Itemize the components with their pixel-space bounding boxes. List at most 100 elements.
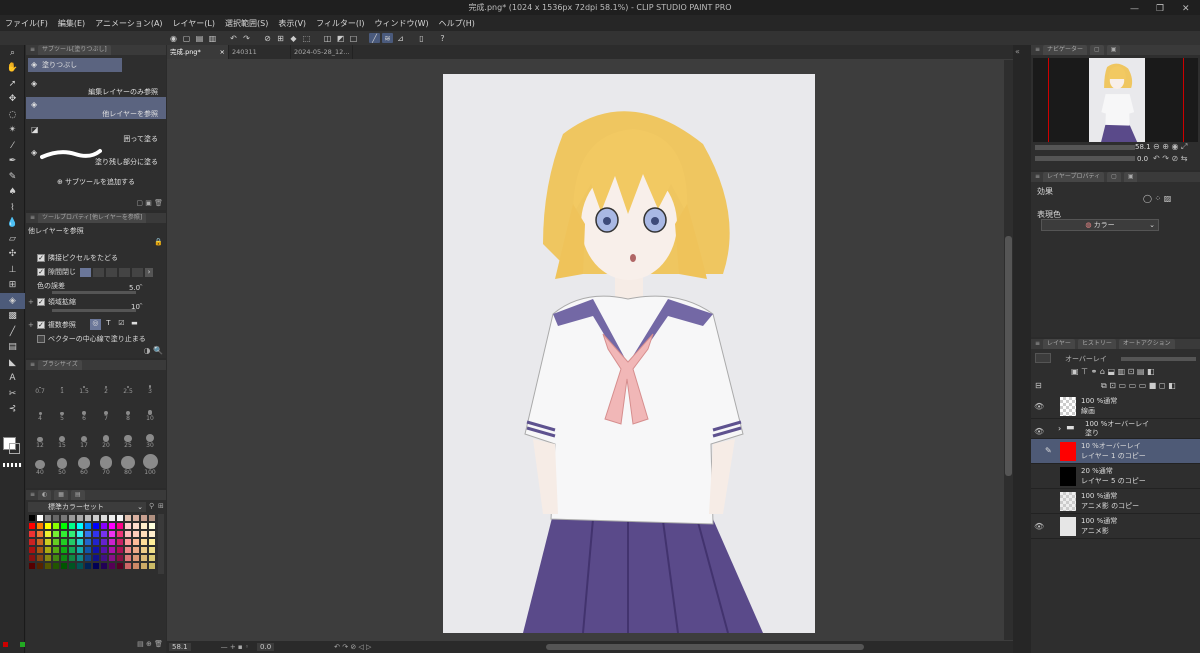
magic-wand-tool-icon[interactable]: ✴ xyxy=(0,123,25,139)
brush-size-option[interactable]: 2.5 xyxy=(118,374,138,400)
gap-level-1[interactable] xyxy=(80,267,91,277)
color-swatch[interactable] xyxy=(140,538,148,546)
transparent-color-icon[interactable] xyxy=(3,463,22,467)
color-swatch[interactable] xyxy=(92,538,100,546)
color-swatch[interactable] xyxy=(76,522,84,530)
color-swatch[interactable] xyxy=(60,562,68,570)
color-swatch[interactable] xyxy=(148,514,156,522)
navigator-preview[interactable] xyxy=(1033,58,1198,142)
color-swatch[interactable] xyxy=(140,522,148,530)
color-swatch[interactable] xyxy=(36,530,44,538)
fill-icon[interactable]: ◆ xyxy=(288,33,299,43)
color-swatch[interactable] xyxy=(140,562,148,570)
color-swatch[interactable] xyxy=(140,546,148,554)
layer-toolbar-icons-2[interactable]: ⊟ xyxy=(1035,381,1042,390)
toolprop-footer-icons[interactable]: ◑ 🔍 xyxy=(144,346,163,355)
color-swatch[interactable] xyxy=(92,530,100,538)
zoom-tool-icon[interactable]: ⌕ xyxy=(0,45,25,61)
color-swatch[interactable] xyxy=(28,522,36,530)
effect-icons[interactable]: ◯ ⁘ ▨ xyxy=(1143,194,1171,203)
tab-document-1[interactable]: 完成.png* × xyxy=(167,45,229,59)
zoom-buttons[interactable]: — + ▪ ◦ xyxy=(221,643,249,651)
option-area-scaling[interactable]: + ✓ 領域拡縮 xyxy=(26,297,166,307)
color-swatch[interactable] xyxy=(60,514,68,522)
gap-level-5[interactable] xyxy=(132,267,143,277)
color-swatch[interactable] xyxy=(124,562,132,570)
layer-row-anime-shadow[interactable]: 👁 100 %通常 アニメ影 xyxy=(1031,514,1200,539)
scaling-slider[interactable] xyxy=(52,309,136,312)
color-swatch[interactable] xyxy=(84,538,92,546)
layer-row-layer1-copy[interactable]: ✎ 10 %オーバーレイ レイヤー 1 のコピー xyxy=(1031,439,1200,464)
ref-layer-icon[interactable]: T xyxy=(103,319,114,330)
color-swatch[interactable] xyxy=(60,530,68,538)
brush-size-option[interactable]: 2 xyxy=(96,374,116,400)
brush-size-option[interactable]: 40 xyxy=(30,455,50,481)
color-swatch[interactable] xyxy=(52,530,60,538)
save-icon[interactable]: ▥ xyxy=(207,33,218,43)
color-swatch[interactable] xyxy=(52,546,60,554)
show-selection-icon[interactable]: □ xyxy=(348,33,359,43)
brush-size-option[interactable]: 80 xyxy=(118,455,138,481)
color-swatch[interactable] xyxy=(148,538,156,546)
gradient-tool-icon[interactable]: ▩ xyxy=(0,309,25,325)
brush-size-option[interactable]: 8 xyxy=(118,401,138,427)
color-swatch[interactable] xyxy=(84,522,92,530)
tab-document-2[interactable]: 240311 xyxy=(229,45,291,59)
menu-view[interactable]: 表示(V) xyxy=(273,18,311,29)
redo-icon[interactable]: ↷ xyxy=(241,33,252,43)
blend-mode-select[interactable]: オーバーレイ xyxy=(1065,354,1107,364)
color-swatch[interactable] xyxy=(108,546,116,554)
color-swatch[interactable] xyxy=(140,530,148,538)
color-swatch[interactable] xyxy=(76,538,84,546)
subtool-tab[interactable]: サブツール[塗りつぶし] xyxy=(38,45,111,55)
panel-menu-icon[interactable]: ≡ xyxy=(30,490,35,500)
info-tab-icon[interactable]: ▣ xyxy=(1106,45,1121,55)
checkbox-follow-adjacent[interactable]: ✓ xyxy=(37,254,45,262)
color-swatch[interactable] xyxy=(44,530,52,538)
color-swatch[interactable] xyxy=(60,522,68,530)
tab-history[interactable]: ヒストリー xyxy=(1077,339,1116,349)
color-swatch[interactable] xyxy=(60,538,68,546)
eraser-tool-icon[interactable]: ▱ xyxy=(0,231,25,247)
panel-menu-icon[interactable]: ≡ xyxy=(1035,45,1040,55)
tolerance-slider[interactable] xyxy=(52,291,136,294)
color-swatch[interactable] xyxy=(100,522,108,530)
color-swatch[interactable] xyxy=(52,538,60,546)
brushsize-tab[interactable]: ブラシサイズ xyxy=(38,360,82,370)
rotate-buttons[interactable]: ↶ ↷ ⊘ ◁ ▷ xyxy=(334,643,371,651)
color-swatch[interactable] xyxy=(28,554,36,562)
material-tab-icon[interactable]: ▣ xyxy=(1123,172,1138,182)
colorset-scrollbar[interactable] xyxy=(158,514,164,574)
undo-icon[interactable]: ↶ xyxy=(228,33,239,43)
brush-size-option[interactable]: 15 xyxy=(52,428,72,454)
color-swatch[interactable] xyxy=(100,530,108,538)
color-swatch[interactable] xyxy=(132,554,140,562)
color-swatch[interactable] xyxy=(116,530,124,538)
color-swatch[interactable] xyxy=(36,522,44,530)
color-swatch[interactable] xyxy=(132,514,140,522)
color-swatch[interactable] xyxy=(148,530,156,538)
hand-tool-icon[interactable]: ✋ xyxy=(0,61,25,77)
brush-size-option[interactable]: 0.7 xyxy=(30,374,50,400)
brush-size-option[interactable]: 50 xyxy=(52,455,72,481)
eyedropper-tool-icon[interactable]: ⁄ xyxy=(0,138,25,154)
color-swatch[interactable] xyxy=(52,522,60,530)
gap-level-4[interactable] xyxy=(119,267,130,277)
tab-auto-action[interactable]: オートアクション xyxy=(1118,339,1175,349)
snap-grid-icon[interactable]: ⊿ xyxy=(395,33,406,43)
subtool-item-refer-other-layers[interactable]: ◈ 他レイヤーを参照 xyxy=(26,97,166,119)
stepper-icon[interactable]: ⌃ xyxy=(138,302,144,310)
color-swatch[interactable] xyxy=(84,562,92,570)
brush-size-option[interactable]: 4 xyxy=(30,401,50,427)
color-swatch[interactable] xyxy=(28,546,36,554)
help-icon[interactable]: ? xyxy=(437,33,448,43)
color-swatch[interactable] xyxy=(52,562,60,570)
color-swatch[interactable] xyxy=(140,514,148,522)
checkbox-close-gap[interactable]: ✓ xyxy=(37,268,45,276)
panel-menu-icon[interactable]: ≡ xyxy=(30,213,35,223)
option-vector-center[interactable]: ベクターの中心線で塗り止まる xyxy=(26,334,166,344)
color-swatch[interactable] xyxy=(148,522,156,530)
menu-help[interactable]: ヘルプ(H) xyxy=(434,18,480,29)
airbrush-tool-icon[interactable]: ⌇ xyxy=(0,200,25,216)
panel-menu-icon[interactable]: ≡ xyxy=(30,360,35,370)
